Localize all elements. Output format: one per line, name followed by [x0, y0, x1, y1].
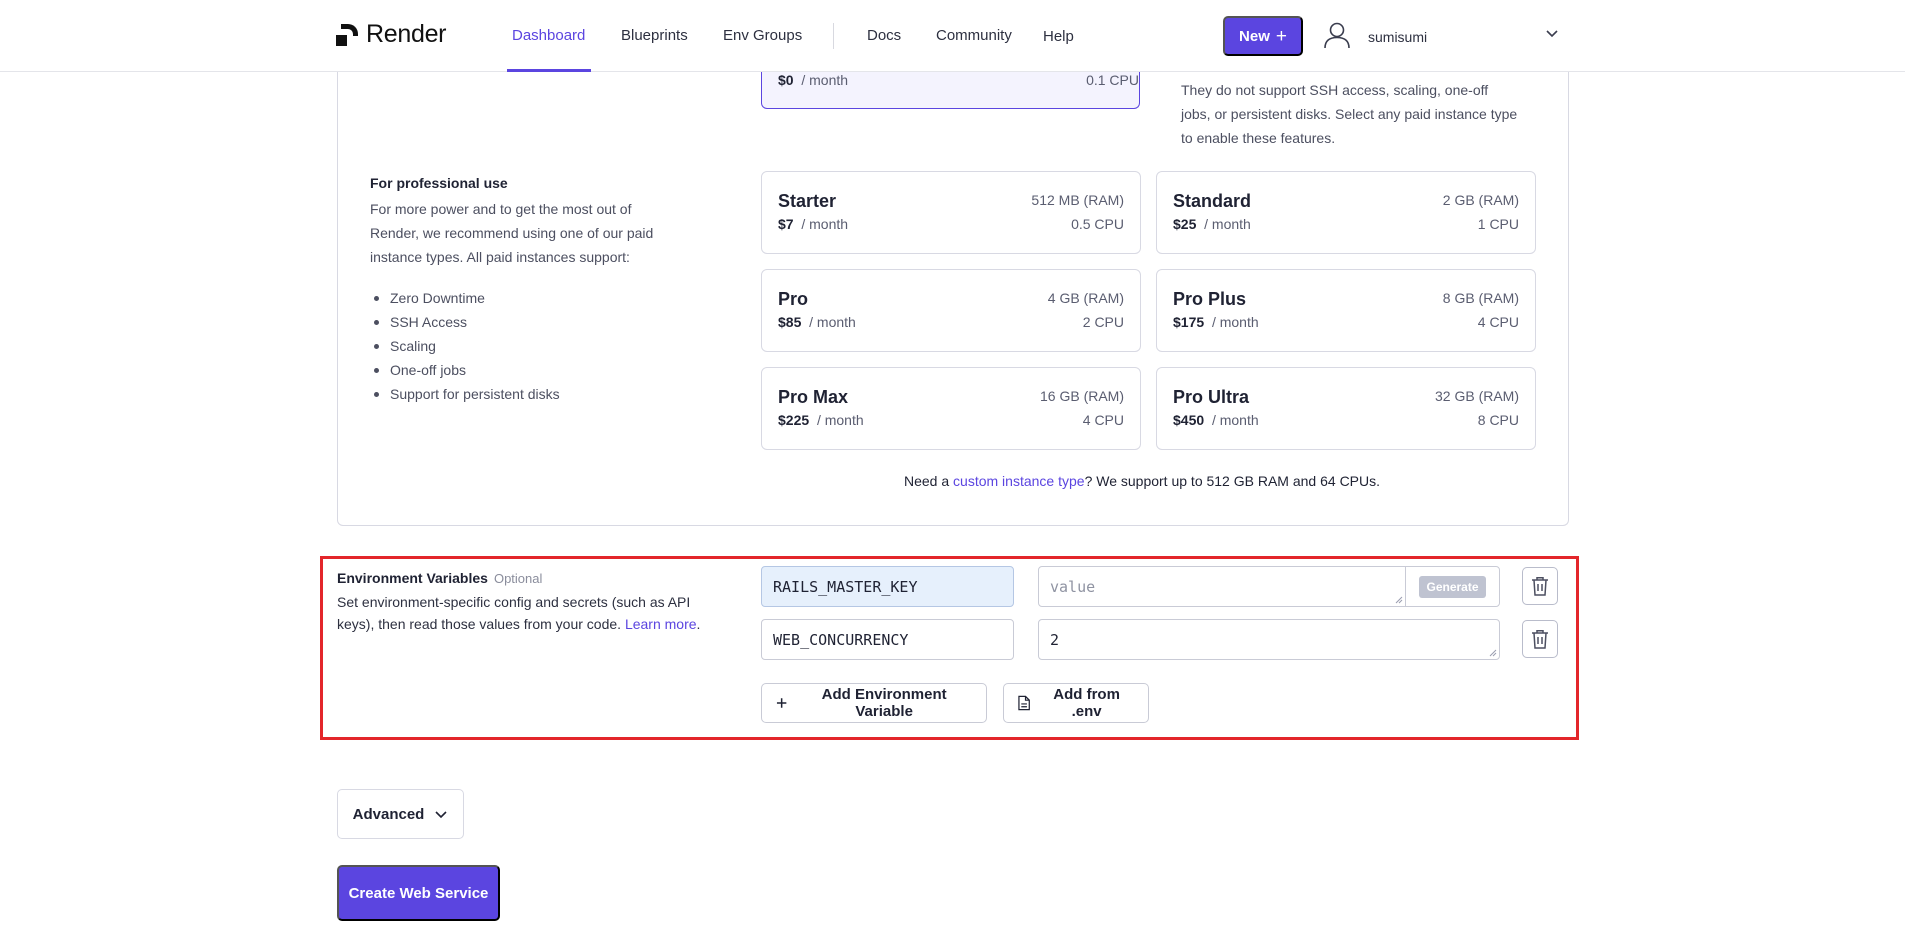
advanced-label: Advanced — [352, 805, 425, 823]
nav-dashboard[interactable]: Dashboard — [512, 27, 585, 44]
tier-cpu: 4 CPU — [1082, 412, 1124, 428]
env-vars-title: Environment Variables Optional — [337, 570, 543, 586]
tier-price: $450 / month — [1173, 412, 1259, 428]
tier-name: Starter — [778, 191, 837, 211]
free-instance-note: They do not support SSH access, scaling,… — [1181, 82, 1518, 146]
env-key-input[interactable]: RAILS_MASTER_KEY — [761, 566, 1014, 607]
active-tab-indicator — [507, 69, 591, 72]
tier-cpu: 4 CPU — [1477, 314, 1519, 330]
resize-handle-icon[interactable] — [1489, 649, 1497, 657]
tier-cpu: 1 CPU — [1477, 216, 1519, 232]
learn-more-link[interactable]: Learn more — [625, 616, 697, 632]
add-env-var-label: Add Environment Variable — [821, 686, 947, 720]
feature-list: Zero Downtime SSH Access Scaling One-off… — [370, 286, 560, 406]
chevron-down-icon[interactable] — [1545, 26, 1559, 40]
delete-env-button[interactable] — [1522, 567, 1558, 605]
tier-price: $25 / month — [1173, 216, 1251, 232]
nav-env-groups[interactable]: Env Groups — [723, 27, 802, 44]
tier-name: Standard — [1173, 191, 1252, 211]
add-from-env-button[interactable]: Add from .env — [1003, 683, 1149, 723]
top-nav: Render Dashboard Blueprints Env Groups D… — [0, 0, 1905, 72]
chevron-down-icon — [435, 811, 447, 819]
delete-env-button[interactable] — [1522, 620, 1558, 658]
username[interactable]: sumisumi — [1368, 29, 1427, 45]
free-price: $0 / month — [778, 72, 849, 88]
tier-ram: 16 GB (RAM) — [1039, 388, 1124, 404]
tier-card-starter[interactable]: Starter $7 / month 512 MB (RAM) 0.5 CPU — [761, 171, 1141, 254]
tier-ram: 4 GB (RAM) — [1047, 290, 1124, 306]
render-logo-icon — [336, 23, 358, 46]
generate-button[interactable]: Generate — [1419, 575, 1486, 598]
custom-instance-note: Need a custom instance type? We support … — [904, 473, 1381, 489]
file-icon — [1018, 695, 1030, 711]
list-item: Scaling — [370, 334, 560, 358]
new-button-label: New — [1239, 27, 1270, 45]
tier-price: $7 / month — [778, 216, 849, 232]
env-value-input[interactable]: 2 — [1038, 619, 1500, 660]
tier-ram: 512 MB (RAM) — [1031, 192, 1124, 208]
new-button[interactable]: New + — [1223, 16, 1303, 56]
pro-use-description: For more power and to get the most out o… — [370, 201, 654, 265]
list-item: Zero Downtime — [370, 286, 560, 310]
create-web-service-button[interactable]: Create Web Service — [337, 865, 500, 921]
tier-cpu: 0.5 CPU — [1071, 216, 1124, 232]
nav-community[interactable]: Community — [936, 27, 1012, 44]
trash-icon — [1532, 630, 1548, 649]
env-vars-description: Set environment-specific config and secr… — [337, 594, 701, 632]
resize-handle-icon[interactable] — [1395, 596, 1403, 604]
list-item: One-off jobs — [370, 358, 560, 382]
tier-price: $85 / month — [778, 314, 856, 330]
tier-card-pro[interactable]: Pro $85 / month 4 GB (RAM) 2 CPU — [761, 269, 1141, 352]
tier-card-pro-plus[interactable]: Pro Plus $175 / month 8 GB (RAM) 4 CPU — [1156, 269, 1536, 352]
generate-area: Generate — [1405, 567, 1499, 606]
tier-card-standard[interactable]: Standard $25 / month 2 GB (RAM) 1 CPU — [1156, 171, 1536, 254]
env-key-input[interactable]: WEB_CONCURRENCY — [761, 619, 1014, 660]
tier-name: Pro — [778, 289, 809, 309]
tier-cpu: 8 CPU — [1477, 412, 1519, 428]
tier-ram: 32 GB (RAM) — [1434, 388, 1519, 404]
add-from-env-label: Add from .env — [1053, 686, 1120, 720]
list-item: Support for persistent disks — [370, 382, 560, 406]
custom-instance-link[interactable]: custom instance type — [953, 473, 1085, 489]
tier-card-pro-max[interactable]: Pro Max $225 / month 16 GB (RAM) 4 CPU — [761, 367, 1141, 450]
nav-help[interactable]: Help — [1043, 28, 1074, 45]
tier-name: Pro Ultra — [1173, 387, 1250, 407]
nav-divider — [833, 23, 834, 49]
advanced-toggle[interactable]: Advanced — [337, 789, 464, 839]
nav-blueprints[interactable]: Blueprints — [621, 27, 688, 44]
optional-label: Optional — [493, 571, 543, 586]
tier-ram: 8 GB (RAM) — [1442, 290, 1519, 306]
plus-icon: + — [1275, 25, 1287, 47]
tier-price: $175 / month — [1173, 314, 1259, 330]
render-logo[interactable]: Render — [336, 20, 447, 49]
tier-cpu: 2 CPU — [1082, 314, 1124, 330]
trash-icon — [1532, 577, 1548, 596]
user-avatar-icon[interactable] — [1322, 20, 1352, 50]
tier-card-pro-ultra[interactable]: Pro Ultra $450 / month 32 GB (RAM) 8 CPU — [1156, 367, 1536, 450]
brand-name: Render — [366, 20, 447, 48]
list-item: SSH Access — [370, 310, 560, 334]
tier-ram: 2 GB (RAM) — [1442, 192, 1519, 208]
tier-name: Pro Max — [778, 387, 849, 407]
nav-docs[interactable]: Docs — [867, 27, 901, 44]
tier-price: $225 / month — [778, 412, 864, 428]
pro-use-title: For professional use — [370, 175, 508, 191]
free-cpu: 0.1 CPU — [1086, 72, 1139, 88]
add-env-var-button[interactable]: Add Environment Variable — [761, 683, 987, 723]
tier-name: Pro Plus — [1173, 289, 1247, 309]
plus-icon — [776, 698, 787, 708]
